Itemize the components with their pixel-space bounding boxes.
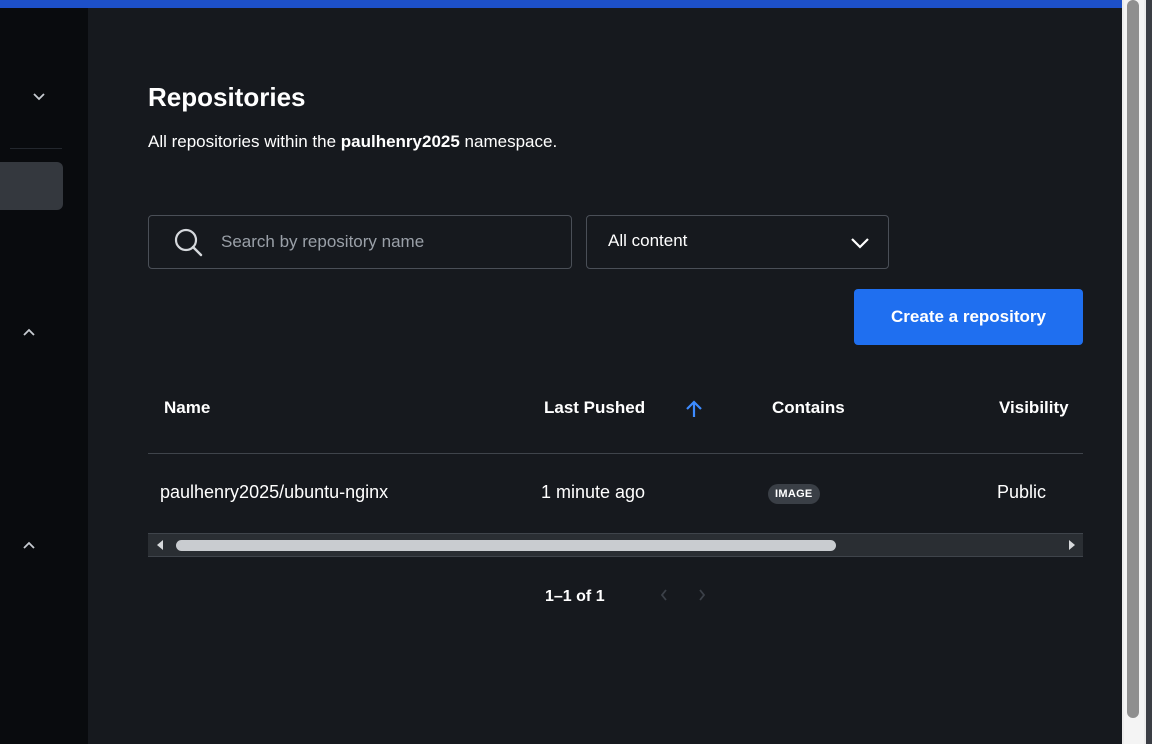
scroll-right-arrow-icon[interactable]	[1069, 540, 1075, 550]
description-suffix: namespace.	[459, 132, 558, 151]
sidebar-chevron-down-icon[interactable]	[31, 89, 47, 105]
search-icon	[171, 225, 205, 259]
column-header-contains[interactable]: Contains	[772, 398, 845, 418]
repository-name-link[interactable]: paulhenry2025/ubuntu-nginx	[160, 482, 388, 503]
content-filter-value: All content	[608, 231, 688, 250]
previous-page-icon[interactable]	[659, 588, 669, 607]
visibility-cell: Public	[997, 482, 1047, 502]
last-pushed-cell: 1 minute ago	[541, 482, 646, 502]
description-prefix: All repositories within the	[148, 132, 341, 151]
next-page-icon[interactable]	[697, 588, 707, 607]
chevron-down-icon	[848, 233, 872, 253]
content-filter-select[interactable]: All content	[586, 215, 889, 269]
window-edge	[1146, 0, 1152, 744]
sidebar-chevron-up-icon[interactable]	[21, 324, 37, 340]
vertical-scrollbar-thumb[interactable]	[1127, 0, 1139, 718]
scroll-left-arrow-icon[interactable]	[157, 540, 163, 550]
create-repository-button[interactable]: Create a repository	[854, 289, 1083, 345]
main-content	[88, 8, 1122, 744]
page-title: Repositories	[148, 82, 306, 112]
sidebar	[0, 8, 88, 744]
page-description: All repositories within the paulhenry202…	[148, 132, 557, 152]
search-input[interactable]	[219, 231, 571, 253]
column-header-name[interactable]: Name	[164, 398, 210, 418]
search-box[interactable]	[148, 215, 572, 269]
namespace-name: paulhenry2025	[340, 132, 460, 151]
pagination-range: 1–1 of 1	[545, 588, 605, 605]
horizontal-scrollbar-thumb[interactable]	[176, 540, 836, 551]
sidebar-divider	[10, 148, 62, 149]
horizontal-scrollbar[interactable]	[148, 533, 1083, 557]
top-accent-bar	[0, 0, 1122, 8]
content-type-badge: IMAGE	[768, 484, 820, 504]
column-header-last-pushed[interactable]: Last Pushed	[544, 398, 645, 418]
app-window: Repositories All repositories within the…	[0, 0, 1152, 744]
sidebar-chevron-up-icon[interactable]	[21, 537, 37, 553]
arrow-up-icon[interactable]	[683, 398, 705, 420]
sidebar-item-selected[interactable]	[0, 162, 63, 210]
header-divider	[148, 453, 1083, 454]
column-header-visibility[interactable]: Visibility	[999, 398, 1069, 418]
